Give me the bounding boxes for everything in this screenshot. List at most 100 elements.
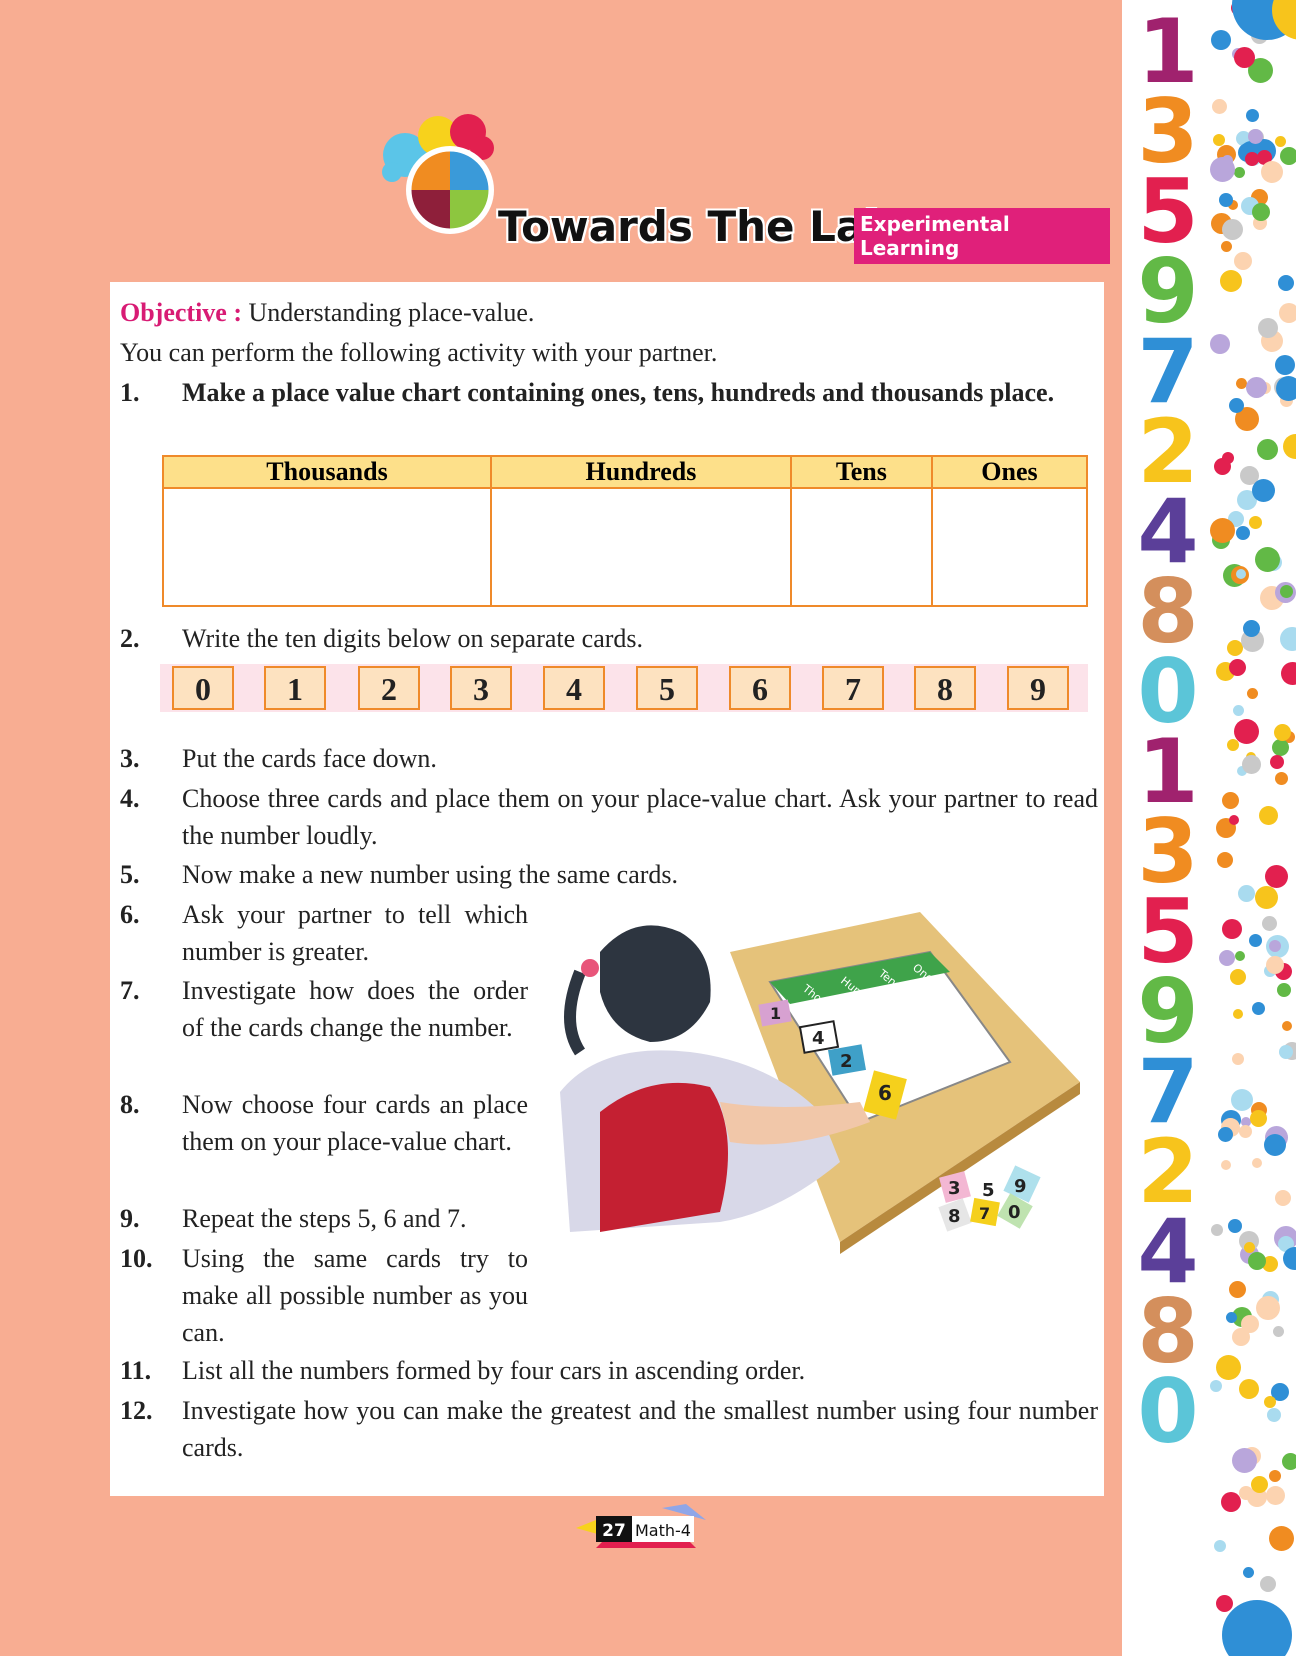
digit-card: 4 bbox=[543, 666, 605, 710]
step-text: Put the cards face down. bbox=[182, 744, 437, 773]
decorative-dot bbox=[1264, 864, 1288, 888]
sidebar-digit: 0 bbox=[1137, 1360, 1199, 1463]
step-text: Write the ten digits below on separate c… bbox=[182, 624, 644, 653]
decorative-dot bbox=[1266, 1407, 1281, 1422]
decorative-dot bbox=[1228, 659, 1246, 677]
board-card-4: 4 bbox=[812, 1028, 825, 1049]
loose-card-0: 0 bbox=[1008, 1202, 1021, 1223]
decorative-dot bbox=[1232, 1448, 1258, 1474]
cell-ones bbox=[930, 487, 1089, 607]
decorative-dot bbox=[1272, 1325, 1284, 1337]
decorative-dot bbox=[1245, 108, 1259, 122]
decorative-dot bbox=[1277, 982, 1292, 997]
decorative-dot bbox=[1221, 219, 1243, 241]
decorative-dot bbox=[1210, 29, 1231, 50]
decorative-dot bbox=[1274, 355, 1295, 376]
board-card-1: 1 bbox=[770, 1004, 781, 1023]
decorative-dot bbox=[1263, 1395, 1276, 1408]
decorative-dot bbox=[1258, 805, 1278, 825]
decorative-dot bbox=[1230, 969, 1247, 986]
decorative-dot bbox=[1251, 203, 1270, 222]
digit-card: 3 bbox=[450, 666, 512, 710]
decorative-dot bbox=[1220, 241, 1232, 253]
decorative-dot bbox=[1257, 439, 1279, 461]
decorative-dot bbox=[1268, 939, 1281, 952]
decorative-dot bbox=[1222, 451, 1235, 464]
decorative-dot bbox=[1242, 1567, 1254, 1579]
decorative-dot bbox=[1212, 99, 1228, 115]
decorative-dot bbox=[1216, 852, 1233, 869]
decorative-dot bbox=[1246, 377, 1268, 399]
step-number: 4. bbox=[120, 784, 140, 813]
decorative-dot bbox=[1247, 128, 1263, 144]
step-number: 6. bbox=[120, 900, 140, 929]
digit-card: 0 bbox=[172, 666, 234, 710]
decorative-dot bbox=[1234, 251, 1253, 270]
decorative-dot bbox=[1278, 302, 1296, 323]
step-number: 2. bbox=[120, 624, 140, 653]
step-number: 7. bbox=[120, 976, 140, 1005]
decorative-dot bbox=[1221, 919, 1242, 940]
cell-hundreds bbox=[490, 487, 792, 607]
decorative-dot bbox=[1213, 1540, 1226, 1553]
digit-card: 8 bbox=[914, 666, 976, 710]
decorative-dot bbox=[1217, 1127, 1233, 1143]
decorative-dot bbox=[1238, 1485, 1253, 1500]
decorative-dot bbox=[1272, 739, 1290, 757]
decorative-dot bbox=[1220, 269, 1243, 292]
decorative-dot bbox=[1269, 1526, 1295, 1552]
decorative-dot bbox=[1251, 1002, 1265, 1016]
decorative-dot bbox=[1270, 754, 1285, 769]
step-text: Make a place value chart containing ones… bbox=[182, 378, 1055, 407]
step-text: Now choose four cards an place them on y… bbox=[182, 1090, 528, 1156]
decorative-dot bbox=[1237, 885, 1255, 903]
decorative-dot bbox=[1236, 568, 1247, 579]
decorative-dot bbox=[1242, 620, 1260, 638]
decorative-dot bbox=[1225, 1311, 1237, 1323]
step-text: Investigate how does the order of the ca… bbox=[182, 976, 528, 1042]
decorative-dot bbox=[1232, 1009, 1243, 1020]
decorative-dot bbox=[1264, 1133, 1287, 1156]
decorative-dot bbox=[1221, 791, 1239, 809]
decorative-dot bbox=[1215, 1595, 1233, 1613]
decorative-dot bbox=[1239, 1124, 1253, 1138]
decorative-dot bbox=[1245, 151, 1260, 166]
section-header: Towards The Lab Experimental Learning bbox=[370, 110, 1110, 264]
loose-card-7: 7 bbox=[979, 1204, 990, 1223]
decorative-dot bbox=[1255, 886, 1279, 910]
step-number: 8. bbox=[120, 1090, 140, 1119]
place-value-chart: Thousands Hundreds Tens Ones bbox=[161, 455, 1089, 607]
page-number: 27 bbox=[602, 1521, 626, 1541]
cell-tens bbox=[789, 487, 933, 607]
header-tens: Tens bbox=[789, 455, 933, 489]
decorative-dot bbox=[1243, 1241, 1255, 1253]
decorative-dot bbox=[1241, 755, 1261, 775]
digit-cards-row: 0 1 2 3 4 5 6 7 8 9 bbox=[160, 664, 1088, 712]
objective-label: Objective : bbox=[120, 298, 243, 327]
girl-with-place-value-board-illustration: Thousands Hundreds Tens Ones 1 4 2 6 3 5… bbox=[560, 912, 1080, 1254]
decorative-dot bbox=[1234, 167, 1246, 179]
decorative-dot bbox=[1228, 397, 1244, 413]
step-number: 3. bbox=[120, 744, 140, 773]
decorative-dot bbox=[1275, 135, 1287, 147]
decorative-dot bbox=[1210, 1224, 1223, 1237]
step-text: Investigate how you can make the greates… bbox=[182, 1396, 1098, 1462]
loose-card-8: 8 bbox=[948, 1206, 961, 1227]
decorative-dot bbox=[1255, 1295, 1280, 1320]
decorative-dot bbox=[1281, 1452, 1296, 1470]
decorative-dot bbox=[1212, 134, 1225, 147]
decorative-dot bbox=[1249, 1109, 1267, 1127]
decorative-dot bbox=[1274, 1189, 1291, 1206]
decorative-dot bbox=[1268, 1469, 1281, 1482]
digit-card: 7 bbox=[822, 666, 884, 710]
step-text: Repeat the steps 5, 6 and 7. bbox=[182, 1204, 467, 1233]
decorative-dot bbox=[1216, 1354, 1242, 1380]
step-text: Ask your partner to tell which number is… bbox=[182, 900, 528, 966]
decorative-number-strip: 135972480135972480 bbox=[1122, 0, 1296, 1656]
activity-card: Objective : Understanding place-value. Y… bbox=[110, 282, 1104, 1496]
step-number: 9. bbox=[120, 1204, 140, 1233]
loose-card-3: 3 bbox=[948, 1178, 961, 1199]
decorative-dot bbox=[1230, 1088, 1253, 1111]
decorative-dot bbox=[1280, 626, 1296, 651]
decorative-dot bbox=[1279, 146, 1296, 165]
